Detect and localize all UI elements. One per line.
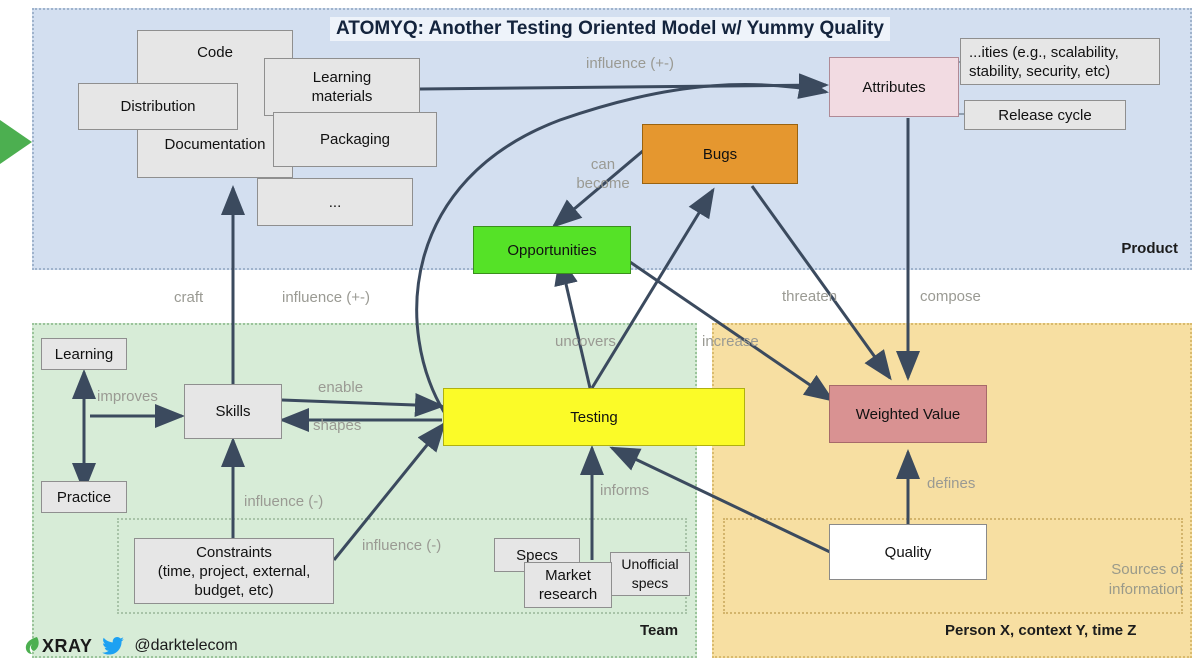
- edge-label-uncovers: uncovers: [555, 333, 616, 350]
- node-ellipsis[interactable]: ...: [257, 178, 413, 226]
- node-market-research[interactable]: Market research: [524, 562, 612, 608]
- node-distribution[interactable]: Distribution: [78, 83, 238, 130]
- twitter-icon: [102, 637, 125, 655]
- edge-label-compose: compose: [920, 288, 981, 305]
- edge-label-defines: defines: [927, 475, 976, 492]
- xray-wordmark: XRAY: [42, 635, 93, 656]
- edge-label-influence-neg-1: influence (-): [244, 493, 324, 510]
- panel-label-product: Product: [1121, 240, 1178, 257]
- node-ilities[interactable]: ...ities (e.g., scalability, stability, …: [960, 38, 1160, 85]
- node-packaging[interactable]: Packaging: [273, 112, 437, 167]
- edge-label-influence-top: influence (+-): [586, 55, 674, 72]
- node-quality[interactable]: Quality: [829, 524, 987, 580]
- panel-label-person: Person X, context Y, time Z: [945, 622, 1137, 639]
- play-pointer-icon: [0, 120, 32, 164]
- edge-label-improves: improves: [97, 388, 158, 405]
- node-learning-materials[interactable]: Learning materials: [264, 58, 420, 116]
- edge-label-craft: craft: [174, 289, 204, 306]
- edge-label-enable: enable: [318, 379, 364, 396]
- edge-label-informs: informs: [600, 482, 650, 499]
- node-release-cycle[interactable]: Release cycle: [964, 100, 1126, 130]
- edge-label-influence-neg-2: influence (-): [362, 537, 442, 554]
- page-title: ATOMYQ: Another Testing Oriented Model w…: [330, 17, 890, 41]
- edge-label-threaten: threaten: [782, 288, 838, 305]
- edge-label-influence-mid: influence (+-): [282, 289, 370, 306]
- node-testing[interactable]: Testing: [443, 388, 745, 446]
- diagram-canvas: Product Team Person X, context Y, time Z…: [0, 0, 1200, 672]
- panel-label-team: Team: [640, 622, 679, 639]
- node-practice[interactable]: Practice: [41, 481, 127, 513]
- node-weighted-value[interactable]: Weighted Value: [829, 385, 987, 443]
- node-constraints[interactable]: Constraints (time, project, external, bu…: [134, 538, 334, 604]
- node-skills[interactable]: Skills: [184, 384, 282, 439]
- edge-label-can-become: can become: [576, 156, 630, 192]
- node-opportunities[interactable]: Opportunities: [473, 226, 631, 274]
- node-attributes[interactable]: Attributes: [829, 57, 959, 117]
- panel-label-sources-of-information: Sources of information: [1108, 561, 1183, 598]
- node-learning[interactable]: Learning: [41, 338, 127, 370]
- footer: XRAY @darktelecom: [24, 632, 238, 660]
- edge-label-shapes: shapes: [313, 417, 362, 434]
- node-bugs[interactable]: Bugs: [642, 124, 798, 184]
- xray-leaf-icon: [25, 637, 39, 654]
- edge-label-increase: increase: [702, 333, 759, 350]
- xray-logo: XRAY: [24, 636, 92, 657]
- node-unofficial-specs[interactable]: Unofficial specs: [610, 552, 690, 596]
- twitter-handle: @darktelecom: [134, 637, 238, 654]
